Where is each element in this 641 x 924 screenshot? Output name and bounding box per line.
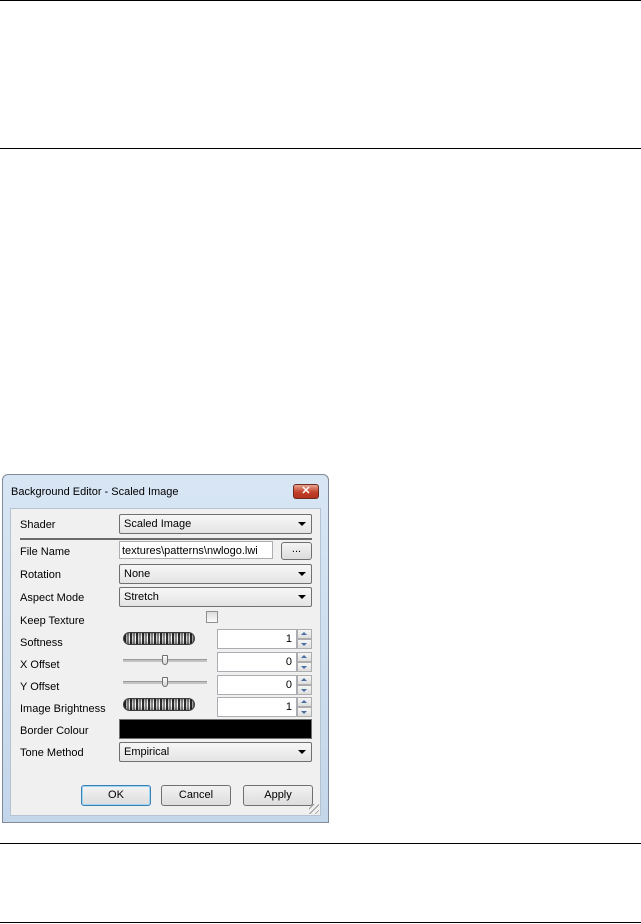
image-brightness-thumbwheel[interactable] xyxy=(123,698,195,711)
shader-select[interactable]: Scaled Image xyxy=(119,514,312,534)
background-editor-dialog: Background Editor - Scaled Image ✕ Shade… xyxy=(2,474,329,823)
aspect-mode-value: Stretch xyxy=(124,591,159,603)
keep-texture-label: Keep Texture xyxy=(20,615,85,627)
softness-spinner xyxy=(297,629,312,649)
x-offset-slider-thumb[interactable] xyxy=(162,655,168,665)
y-offset-label: Y Offset xyxy=(20,681,60,693)
x-offset-label: X Offset xyxy=(20,659,60,671)
border-colour-label: Border Colour xyxy=(20,725,89,737)
spin-up-button[interactable] xyxy=(297,697,312,707)
close-icon: ✕ xyxy=(301,485,311,497)
softness-label: Softness xyxy=(20,637,63,649)
spin-up-button[interactable] xyxy=(297,675,312,685)
apply-button[interactable]: Apply xyxy=(243,785,313,806)
ok-button[interactable]: OK xyxy=(81,785,151,806)
file-name-value: textures\patterns\nwlogo.lwi xyxy=(122,545,258,557)
dialog-title: Background Editor - Scaled Image xyxy=(11,486,179,498)
spin-down-button[interactable] xyxy=(297,639,312,649)
softness-value: 1 xyxy=(285,633,292,645)
image-brightness-spinner xyxy=(297,697,312,717)
y-offset-value: 0 xyxy=(285,679,292,691)
title-bar[interactable]: Background Editor - Scaled Image ✕ xyxy=(3,475,328,508)
resize-grip-icon[interactable] xyxy=(309,804,319,814)
keep-texture-checkbox[interactable] xyxy=(206,611,218,623)
y-offset-field[interactable]: 0 xyxy=(217,675,297,695)
close-button[interactable]: ✕ xyxy=(293,484,319,499)
cancel-button[interactable]: Cancel xyxy=(161,785,231,806)
spin-up-button[interactable] xyxy=(297,629,312,639)
x-offset-spinner xyxy=(297,652,312,672)
image-brightness-label: Image Brightness xyxy=(20,703,106,715)
spin-up-button[interactable] xyxy=(297,652,312,662)
separator xyxy=(20,538,312,540)
shader-label: Shader xyxy=(20,519,56,531)
spin-down-button[interactable] xyxy=(297,707,312,717)
tone-method-select[interactable]: Empirical xyxy=(119,742,312,762)
file-name-input[interactable]: textures\patterns\nwlogo.lwi xyxy=(119,541,273,559)
rule-top xyxy=(0,0,641,1)
aspect-mode-select[interactable]: Stretch xyxy=(119,587,312,607)
shader-value: Scaled Image xyxy=(124,518,192,530)
rule-lower xyxy=(0,843,641,844)
rule-upper xyxy=(0,148,641,149)
tone-method-value: Empirical xyxy=(124,746,170,758)
x-offset-value: 0 xyxy=(285,656,292,668)
softness-thumbwheel[interactable] xyxy=(123,632,195,645)
spin-down-button[interactable] xyxy=(297,662,312,672)
browse-button[interactable]: ... xyxy=(281,542,312,560)
image-brightness-field[interactable]: 1 xyxy=(217,697,297,717)
image-brightness-value: 1 xyxy=(285,701,292,713)
chevron-down-icon xyxy=(298,750,306,754)
softness-field[interactable]: 1 xyxy=(217,629,297,649)
border-colour-swatch[interactable] xyxy=(119,719,312,739)
chevron-down-icon xyxy=(298,522,306,526)
x-offset-field[interactable]: 0 xyxy=(217,652,297,672)
tone-method-label: Tone Method xyxy=(20,747,84,759)
chevron-down-icon xyxy=(298,595,306,599)
rule-bottom xyxy=(0,922,641,923)
aspect-mode-label: Aspect Mode xyxy=(20,592,85,604)
rotation-select[interactable]: None xyxy=(119,564,312,584)
y-offset-slider-thumb[interactable] xyxy=(162,677,168,687)
spin-down-button[interactable] xyxy=(297,685,312,695)
file-name-label: File Name xyxy=(20,546,71,558)
chevron-down-icon xyxy=(298,572,306,576)
dialog-body: Shader Scaled Image File Name textures\p… xyxy=(10,508,321,816)
rotation-value: None xyxy=(124,568,151,580)
rotation-label: Rotation xyxy=(20,569,61,581)
y-offset-spinner xyxy=(297,675,312,695)
